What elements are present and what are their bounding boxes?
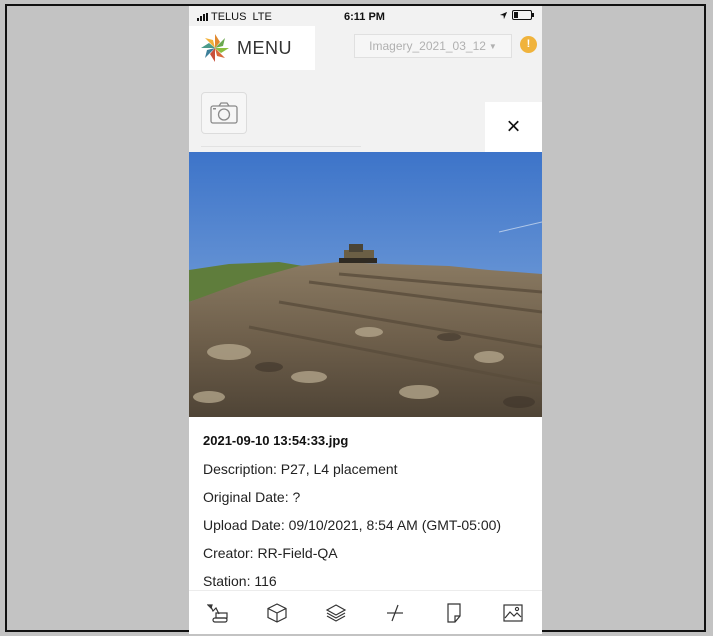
camera-icon xyxy=(210,102,238,124)
status-bar: TELUS LTE 6:11 PM xyxy=(189,6,542,26)
network-type: LTE xyxy=(252,11,272,23)
excavator-icon xyxy=(207,603,229,623)
layers-icon xyxy=(325,603,347,622)
bottom-toolbar xyxy=(189,590,542,634)
location-arrow-icon xyxy=(499,11,508,19)
carrier-info: TELUS LTE xyxy=(197,11,272,23)
signal-icon xyxy=(197,13,208,21)
site-photo xyxy=(189,152,542,417)
status-right xyxy=(499,10,534,20)
photo-filename: 2021-09-10 13:54:33.jpg xyxy=(203,433,349,448)
close-icon: × xyxy=(506,113,521,140)
status-time: 6:11 PM xyxy=(344,11,385,23)
warning-icon[interactable]: ! xyxy=(520,36,537,53)
imagery-select-value: Imagery_2021_03_12 xyxy=(369,39,486,53)
carrier-name: TELUS xyxy=(211,11,247,23)
tool-document[interactable] xyxy=(439,598,469,628)
tool-image[interactable] xyxy=(498,598,528,628)
cube-icon xyxy=(267,602,287,623)
tool-3d[interactable] xyxy=(262,598,292,628)
tool-excavator[interactable] xyxy=(203,598,233,628)
menu-button[interactable]: MENU xyxy=(189,26,315,70)
camera-button[interactable] xyxy=(201,92,247,134)
imagery-select[interactable]: Imagery_2021_03_12 ▼ xyxy=(354,34,512,58)
image-icon xyxy=(502,603,523,622)
phone-screen: TELUS LTE 6:11 PM MENU Imagery_2021_03_1… xyxy=(189,6,542,634)
document-icon xyxy=(447,602,461,623)
photo-description: Description: P27, L4 placement xyxy=(203,461,398,477)
measure-icon xyxy=(386,604,403,621)
photo-upload-date: Upload Date: 09/10/2021, 8:54 AM (GMT-05… xyxy=(203,517,502,533)
chevron-down-icon: ▼ xyxy=(488,41,497,51)
photo-details: 2021-09-10 13:54:33.jpg Description: P27… xyxy=(189,417,542,592)
menu-label: MENU xyxy=(237,37,292,58)
close-button[interactable]: × xyxy=(485,102,542,152)
divider xyxy=(201,146,361,147)
photo-original-date: Original Date: ? xyxy=(203,489,301,505)
logo-icon xyxy=(201,34,229,62)
battery-icon xyxy=(512,10,534,20)
tool-measure[interactable] xyxy=(380,598,410,628)
tool-layers[interactable] xyxy=(321,598,351,628)
photo-creator: Creator: RR-Field-QA xyxy=(203,545,338,561)
